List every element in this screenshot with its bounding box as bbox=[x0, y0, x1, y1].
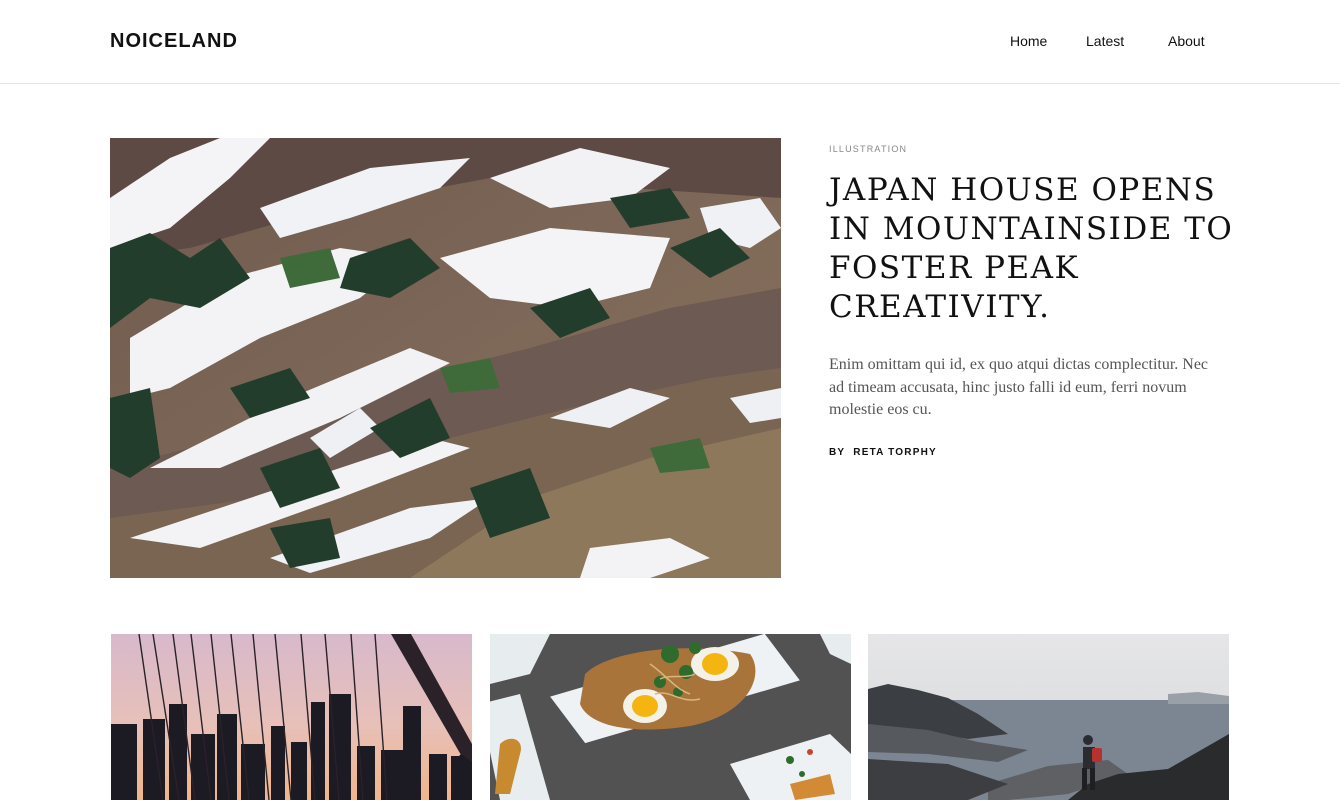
byline-prefix: BY bbox=[829, 446, 846, 458]
main-nav: Home Latest About bbox=[0, 33, 1340, 53]
site-header: NOICELAND Home Latest About bbox=[0, 0, 1340, 84]
featured-image[interactable] bbox=[110, 138, 781, 578]
byline: BY RETA TORPHY bbox=[829, 447, 1249, 458]
author-link[interactable]: RETA TORPHY bbox=[853, 447, 937, 458]
food-plate-photo bbox=[490, 634, 851, 800]
article-card-3[interactable] bbox=[868, 634, 1229, 800]
nav-latest-link[interactable]: Latest bbox=[1086, 33, 1124, 49]
article-card-2[interactable] bbox=[490, 634, 851, 800]
featured-article: ILLUSTRATION JAPAN HOUSE OPENS IN MOUNTA… bbox=[829, 144, 1249, 458]
mountain-landscape-photo bbox=[110, 138, 781, 578]
category-link[interactable]: ILLUSTRATION bbox=[829, 144, 1249, 154]
article-card-1[interactable] bbox=[111, 634, 472, 800]
nav-home-link[interactable]: Home bbox=[1010, 33, 1047, 49]
nav-about-link[interactable]: About bbox=[1168, 33, 1205, 49]
featured-excerpt: Enim omittam qui id, ex quo atqui dictas… bbox=[829, 356, 1209, 418]
city-bridge-photo bbox=[111, 634, 472, 800]
featured-title[interactable]: JAPAN HOUSE OPENS IN MOUNTAINSIDE TO FOS… bbox=[829, 171, 1239, 327]
hiker-fjord-photo bbox=[868, 634, 1229, 800]
